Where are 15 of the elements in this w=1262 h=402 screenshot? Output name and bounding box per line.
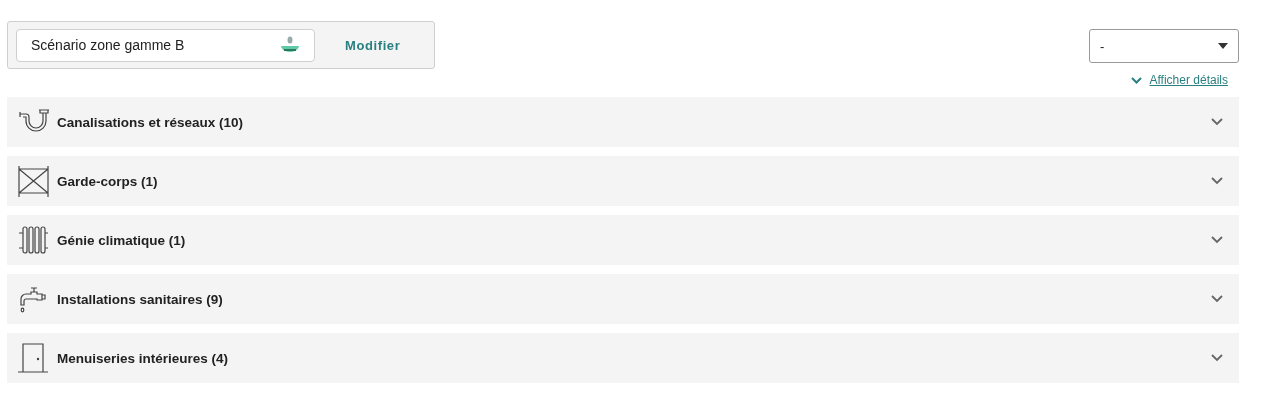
- accordion-header[interactable]: Garde-corps (1): [7, 156, 1239, 206]
- caret-icon: [1218, 43, 1228, 49]
- door-icon: [17, 342, 49, 374]
- railing-icon: [17, 165, 49, 197]
- details-link[interactable]: Afficher détails: [1130, 73, 1228, 87]
- modify-button[interactable]: Modifier: [337, 31, 409, 59]
- accordion-header[interactable]: Menuiseries intérieures (4): [7, 333, 1239, 383]
- accordion-header[interactable]: Génie climatique (1): [7, 215, 1239, 265]
- accordion-header[interactable]: Installations sanitaires (9): [7, 274, 1239, 324]
- chevron-down-icon: [1130, 76, 1142, 84]
- radiator-icon: [17, 224, 49, 256]
- scenario-field[interactable]: Scénario zone gamme B: [16, 28, 315, 62]
- select-dropdown[interactable]: -: [1089, 29, 1239, 63]
- bowl-icon: [280, 35, 300, 55]
- accordion-header[interactable]: Canalisations et réseaux (10): [7, 97, 1239, 147]
